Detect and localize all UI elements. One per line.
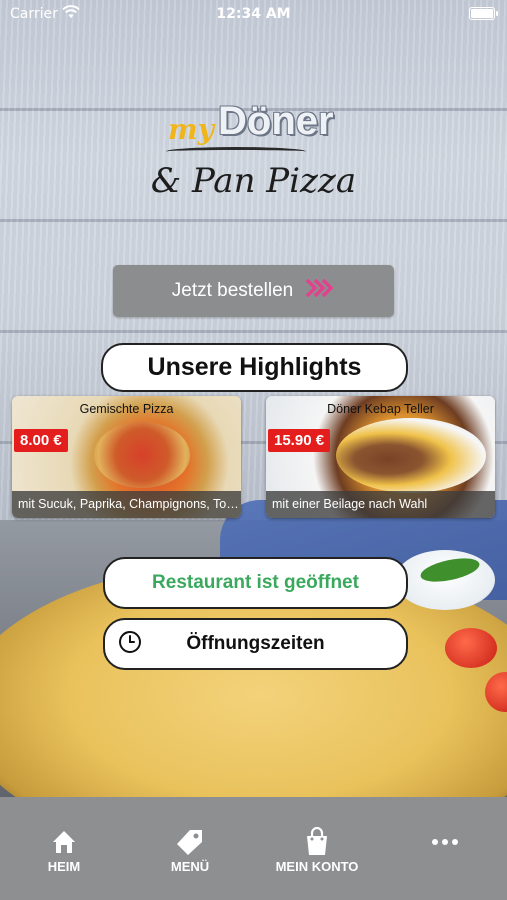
tab-home[interactable]: HEIM xyxy=(9,827,119,874)
logo-subtitle: & Pan Pizza xyxy=(150,161,357,201)
highlight-card[interactable]: Gemischte Pizza 8.00 € mit Sucuk, Paprik… xyxy=(12,396,241,518)
tab-menu[interactable]: MENÜ xyxy=(135,827,245,874)
card-description: mit Sucuk, Paprika, Champignons, Toma... xyxy=(12,491,241,518)
tab-bar: HEIM MENÜ MEIN KONTO xyxy=(0,797,507,900)
clock-time: 12:34 AM xyxy=(216,6,291,22)
status-bar: Carrier 12:34 AM xyxy=(0,0,507,28)
tab-account-label: MEIN KONTO xyxy=(275,859,359,874)
card-title: Gemischte Pizza xyxy=(79,402,174,416)
doner-plate-image xyxy=(336,418,486,493)
highlight-card[interactable]: Döner Kebap Teller 15.90 € mit einer Bei… xyxy=(266,396,495,518)
restaurant-status[interactable]: Restaurant ist geöffnet xyxy=(103,557,408,609)
restaurant-status-label: Restaurant ist geöffnet xyxy=(152,572,359,593)
tab-menu-label: MENÜ xyxy=(170,859,210,874)
logo-brand: Döner xyxy=(218,99,334,143)
card-title: Döner Kebap Teller xyxy=(327,402,434,416)
battery-icon xyxy=(469,7,498,20)
tab-account[interactable]: MEIN KONTO xyxy=(262,827,372,874)
order-now-button[interactable]: Jetzt bestellen xyxy=(113,265,394,317)
price-badge: 15.90 € xyxy=(268,429,331,452)
double-chevron-right-icon xyxy=(305,278,335,304)
opening-hours-label: Öffnungszeiten xyxy=(186,633,325,654)
shopping-bag-icon xyxy=(262,827,372,857)
price-badge: 8.00 € xyxy=(14,429,68,452)
home-icon xyxy=(9,827,119,857)
more-icon xyxy=(390,827,500,857)
highlights-heading: Unsere Highlights xyxy=(101,343,408,392)
logo-my: my xyxy=(168,113,214,146)
tab-more[interactable] xyxy=(390,827,500,859)
tag-icon xyxy=(135,827,245,857)
brand-logo: my Döner & Pan Pizza xyxy=(0,95,507,215)
card-description: mit einer Beilage nach Wahl xyxy=(266,491,495,518)
opening-hours-button[interactable]: Öffnungszeiten xyxy=(103,618,408,670)
highlights-title: Unsere Highlights xyxy=(147,353,362,381)
pizza-image xyxy=(94,422,190,488)
tab-home-label: HEIM xyxy=(47,859,81,874)
order-now-label: Jetzt bestellen xyxy=(171,280,294,301)
